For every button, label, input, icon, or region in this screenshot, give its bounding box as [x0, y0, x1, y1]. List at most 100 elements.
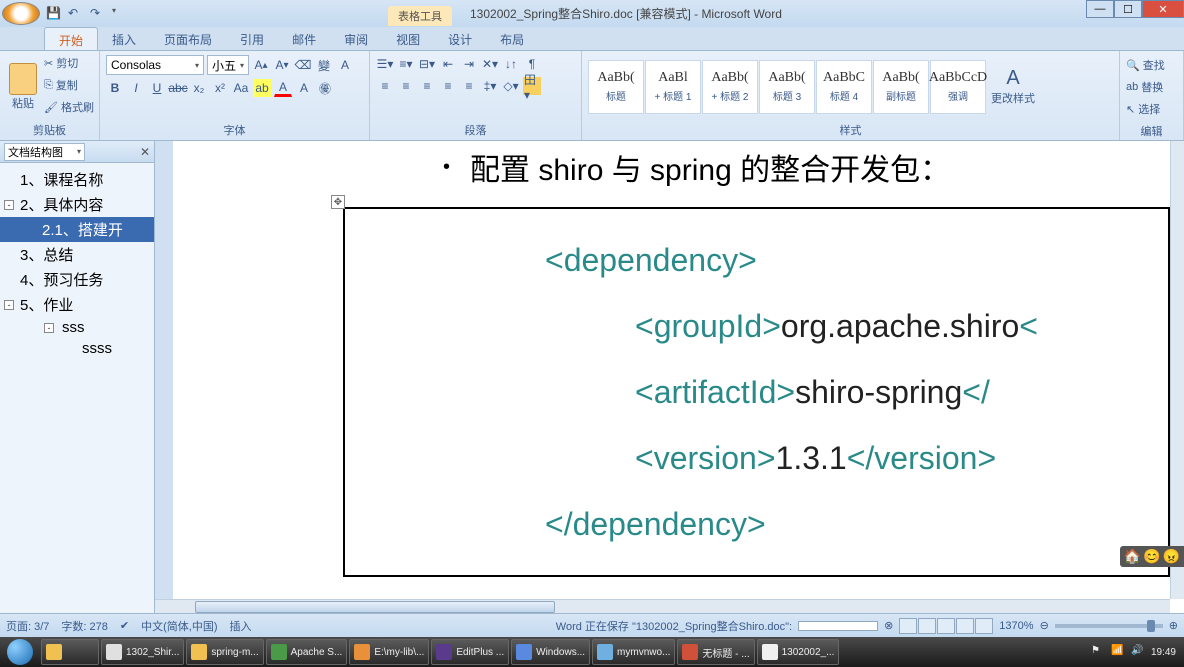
- doc-hscrollbar[interactable]: [155, 599, 1170, 613]
- style-6[interactable]: AaBbCcD强调: [930, 60, 986, 114]
- zoom-thumb[interactable]: [1147, 620, 1155, 632]
- borders-button[interactable]: 田▾: [523, 77, 541, 95]
- view-draft[interactable]: [975, 618, 993, 634]
- taskbar-item-3[interactable]: E:\my-lib\...: [349, 639, 429, 665]
- tray-flag-icon[interactable]: ⚑: [1091, 645, 1105, 659]
- nav-item-6[interactable]: -sss: [0, 317, 154, 338]
- view-print-layout[interactable]: [899, 618, 917, 634]
- tree-toggle-icon[interactable]: -: [44, 323, 54, 333]
- style-5[interactable]: AaBb(副标题: [873, 60, 929, 114]
- qat-customize-icon[interactable]: ▾: [112, 6, 128, 22]
- font-size-combo[interactable]: 小五▾: [207, 55, 249, 75]
- line-spacing-button[interactable]: ‡▾: [481, 77, 499, 95]
- status-language[interactable]: 中文(简体,中国): [141, 618, 217, 634]
- italic-button[interactable]: I: [127, 79, 145, 97]
- nav-mode-combo[interactable]: 文档结构图▾: [4, 143, 85, 161]
- tab-layout[interactable]: 布局: [486, 27, 538, 50]
- paste-button[interactable]: 粘贴: [4, 53, 42, 120]
- taskbar-item-8[interactable]: 1302002_...: [757, 639, 840, 665]
- taskbar-item-0[interactable]: 1302_Shir...: [101, 639, 184, 665]
- minimize-button[interactable]: —: [1086, 0, 1114, 18]
- enclose-char-button[interactable]: ㊝: [316, 79, 334, 97]
- view-full-screen[interactable]: [918, 618, 936, 634]
- subscript-button[interactable]: x₂: [190, 79, 208, 97]
- underline-button[interactable]: U: [148, 79, 166, 97]
- status-page[interactable]: 页面: 3/7: [6, 618, 49, 634]
- justify-button[interactable]: ≡: [439, 77, 457, 95]
- start-button[interactable]: [0, 637, 40, 667]
- taskbar-pinned-explorer[interactable]: [41, 639, 99, 665]
- taskbar-item-7[interactable]: 无标题 - ...: [677, 639, 754, 665]
- char-shading-button[interactable]: A: [295, 79, 313, 97]
- zoom-in-button[interactable]: ⊕: [1169, 619, 1178, 632]
- smile-icon[interactable]: 😊: [1143, 548, 1160, 565]
- nav-item-5[interactable]: -5、作业: [0, 292, 154, 317]
- distribute-button[interactable]: ≡: [460, 77, 478, 95]
- select-button[interactable]: ↖选择: [1126, 99, 1177, 119]
- copy-button[interactable]: ⎘复制: [44, 75, 94, 95]
- bullets-button[interactable]: ☰▾: [376, 55, 394, 73]
- font-name-combo[interactable]: Consolas▾: [106, 55, 204, 75]
- nav-item-7[interactable]: ssss: [0, 338, 154, 359]
- cancel-save-icon[interactable]: ⊗: [884, 619, 893, 632]
- tab-insert[interactable]: 插入: [98, 27, 150, 50]
- office-button[interactable]: [2, 2, 40, 25]
- change-styles-button[interactable]: A更改样式: [991, 67, 1035, 106]
- bold-button[interactable]: B: [106, 79, 124, 97]
- nav-item-2[interactable]: 2.1、搭建开: [0, 217, 154, 242]
- tray-volume-icon[interactable]: 🔊: [1131, 645, 1145, 659]
- tray-network-icon[interactable]: 📶: [1111, 645, 1125, 659]
- tree-toggle-icon[interactable]: -: [4, 200, 14, 210]
- redo-icon[interactable]: ↷: [90, 6, 106, 22]
- char-border-button[interactable]: A: [336, 56, 354, 74]
- style-1[interactable]: AaBl+ 标题 1: [645, 60, 701, 114]
- zoom-level[interactable]: 1370%: [999, 620, 1033, 632]
- tray-clock[interactable]: 19:49: [1151, 647, 1176, 658]
- taskbar-item-5[interactable]: Windows...: [511, 639, 590, 665]
- tab-view[interactable]: 视图: [382, 27, 434, 50]
- decrease-indent-button[interactable]: ⇤: [439, 55, 457, 73]
- align-right-button[interactable]: ≡: [418, 77, 436, 95]
- status-mode[interactable]: 插入: [229, 618, 251, 634]
- angry-icon[interactable]: 😠: [1163, 548, 1180, 565]
- taskbar-item-6[interactable]: mymvnwo...: [592, 639, 675, 665]
- style-4[interactable]: AaBbC标题 4: [816, 60, 872, 114]
- style-0[interactable]: AaBb(标题: [588, 60, 644, 114]
- home-icon[interactable]: 🏠: [1124, 548, 1141, 565]
- nav-close-button[interactable]: ✕: [140, 145, 150, 159]
- asian-layout-button[interactable]: ✕▾: [481, 55, 499, 73]
- doc-vscrollbar[interactable]: [1170, 141, 1184, 599]
- nav-item-1[interactable]: -2、具体内容: [0, 192, 154, 217]
- close-button[interactable]: ✕: [1142, 0, 1184, 18]
- format-painter-button[interactable]: 🖌格式刷: [44, 97, 94, 117]
- tab-home[interactable]: 开始: [44, 27, 98, 50]
- change-case-button[interactable]: Aa: [232, 79, 250, 97]
- superscript-button[interactable]: x²: [211, 79, 229, 97]
- tab-page-layout[interactable]: 页面布局: [150, 27, 226, 50]
- nav-item-0[interactable]: 1、课程名称: [0, 167, 154, 192]
- increase-indent-button[interactable]: ⇥: [460, 55, 478, 73]
- status-proof-icon[interactable]: ✔: [120, 619, 129, 632]
- tab-references[interactable]: 引用: [226, 27, 278, 50]
- emoji-overlay[interactable]: 🏠 😊 😠: [1120, 546, 1184, 567]
- find-button[interactable]: 🔍查找: [1126, 55, 1177, 75]
- align-left-button[interactable]: ≡: [376, 77, 394, 95]
- sort-button[interactable]: ↓↑: [502, 55, 520, 73]
- tree-toggle-icon[interactable]: -: [4, 300, 14, 310]
- style-3[interactable]: AaBb(标题 3: [759, 60, 815, 114]
- grow-font-button[interactable]: A▴: [252, 56, 270, 74]
- style-2[interactable]: AaBb(+ 标题 2: [702, 60, 758, 114]
- zoom-slider[interactable]: [1055, 624, 1163, 628]
- taskbar-item-2[interactable]: Apache S...: [266, 639, 348, 665]
- tab-review[interactable]: 审阅: [330, 27, 382, 50]
- multilevel-button[interactable]: ⊟▾: [418, 55, 436, 73]
- save-icon[interactable]: 💾: [46, 6, 62, 22]
- zoom-out-button[interactable]: ⊖: [1040, 619, 1049, 632]
- taskbar-item-1[interactable]: spring-m...: [186, 639, 263, 665]
- nav-item-3[interactable]: 3、总结: [0, 242, 154, 267]
- strikethrough-button[interactable]: abc: [169, 79, 187, 97]
- hscroll-thumb[interactable]: [195, 601, 555, 613]
- nav-tree[interactable]: 1、课程名称-2、具体内容2.1、搭建开3、总结4、预习任务-5、作业-ssss…: [0, 163, 154, 613]
- font-color-button[interactable]: A: [274, 79, 292, 97]
- tab-design[interactable]: 设计: [434, 27, 486, 50]
